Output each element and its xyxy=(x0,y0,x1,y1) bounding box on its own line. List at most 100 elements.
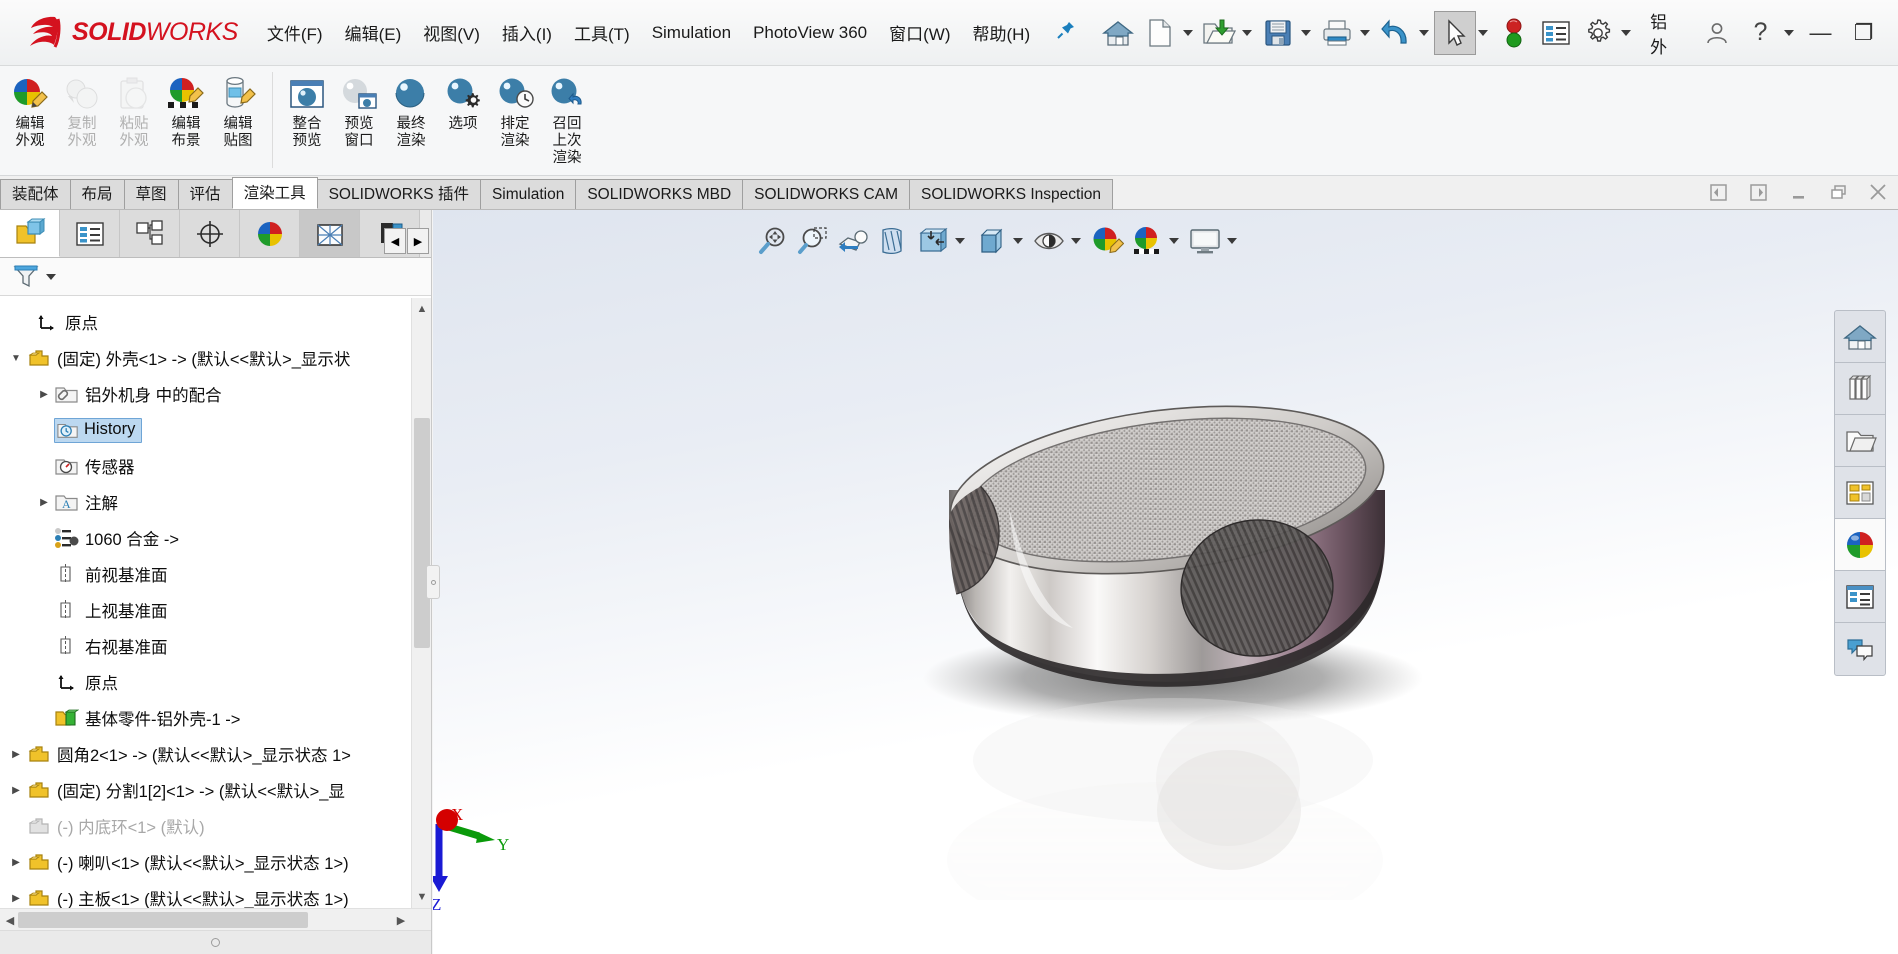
menu-simulation[interactable]: Simulation xyxy=(641,17,742,49)
tree-scroll-down-button[interactable]: ▼ xyxy=(412,886,432,908)
undo-caret[interactable] xyxy=(1419,29,1430,36)
tree-mainboard[interactable]: ▶ (-) 主板<1> (默认<<默认>_显示状态 1>) xyxy=(0,880,431,908)
expand-arrow-icon[interactable]: ▶ xyxy=(6,857,26,868)
tab-layout[interactable]: 布局 xyxy=(69,179,125,209)
menu-edit[interactable]: 编辑(E) xyxy=(334,14,413,51)
mtab-display-manager[interactable] xyxy=(240,210,300,257)
previous-view-button[interactable] xyxy=(833,221,873,261)
maximize-button[interactable]: ❐ xyxy=(1842,10,1885,56)
user-icon[interactable] xyxy=(1696,10,1739,56)
apply-scene-button[interactable] xyxy=(1127,221,1167,261)
tab-assembly[interactable]: 装配体 xyxy=(0,179,71,209)
close-button[interactable]: ✕ xyxy=(1885,10,1898,56)
tree-speaker[interactable]: ▶ (-) 喇叭<1> (默认<<默认>_显示状态 1>) xyxy=(0,844,431,880)
tree-front-plane[interactable]: 前视基准面 xyxy=(0,556,431,592)
tree-scroll-thumb[interactable] xyxy=(414,418,430,648)
expand-arrow-icon[interactable]: ▶ xyxy=(34,497,54,508)
mtab-dimxpert-manager[interactable] xyxy=(180,210,240,257)
recall-last-render-button[interactable]: 召回 上次 渲染 xyxy=(541,72,593,167)
tree-origin-inner[interactable]: 原点 xyxy=(0,664,431,700)
edit-appearance-view-button[interactable] xyxy=(1087,221,1127,261)
sidebar-appearances-button[interactable] xyxy=(1835,519,1885,571)
view-orientation-caret[interactable] xyxy=(955,238,965,244)
menu-photoview360[interactable]: PhotoView 360 xyxy=(742,17,878,49)
sidebar-view-palette-button[interactable] xyxy=(1835,467,1885,519)
tree-fillet2[interactable]: ▶ 圆角2<1> -> (默认<<默认>_显示状态 1> xyxy=(0,736,431,772)
edit-scene-button[interactable]: 编辑 布景 xyxy=(160,72,212,150)
tree-split1[interactable]: ▶ (固定) 分割1[2]<1> -> (默认<<默认>_显 xyxy=(0,772,431,808)
file-properties-button[interactable] xyxy=(1535,11,1577,55)
doc-minimize-button[interactable] xyxy=(1778,177,1818,207)
tree-base-part[interactable]: 基体零件-铝外壳-1 -> xyxy=(0,700,431,736)
rebuild-button[interactable] xyxy=(1493,11,1535,55)
hide-show-caret[interactable] xyxy=(1071,238,1081,244)
print-button[interactable] xyxy=(1316,11,1358,55)
options-caret[interactable] xyxy=(1621,29,1632,36)
mtab-exploded-view[interactable] xyxy=(300,210,360,257)
tree-history[interactable]: History xyxy=(0,412,431,448)
sidebar-file-explorer-button[interactable] xyxy=(1835,415,1885,467)
save-caret[interactable] xyxy=(1301,29,1312,36)
sidebar-library-button[interactable] xyxy=(1835,363,1885,415)
minimize-button[interactable]: — xyxy=(1799,10,1842,56)
hide-show-items-button[interactable] xyxy=(1029,221,1069,261)
apply-scene-caret[interactable] xyxy=(1169,238,1179,244)
menu-tools[interactable]: 工具(T) xyxy=(563,14,641,51)
preview-window-button[interactable]: 预览 窗口 xyxy=(333,72,385,150)
open-document-button[interactable] xyxy=(1198,11,1240,55)
integrated-preview-button[interactable]: 整合 预览 xyxy=(281,72,333,150)
expand-arrow-icon[interactable]: ▶ xyxy=(6,893,26,904)
view-settings-button[interactable] xyxy=(1185,221,1225,261)
edit-appearance-button[interactable]: 编辑 外观 xyxy=(4,72,56,150)
undo-button[interactable] xyxy=(1375,11,1417,55)
expand-arrow-icon[interactable]: ▶ xyxy=(34,389,54,400)
display-style-caret[interactable] xyxy=(1013,238,1023,244)
filter-caret[interactable] xyxy=(46,273,56,280)
new-document-button[interactable] xyxy=(1139,11,1181,55)
section-view-button[interactable] xyxy=(873,221,913,261)
menu-view[interactable]: 视图(V) xyxy=(412,14,491,51)
open-document-caret[interactable] xyxy=(1242,29,1253,36)
menu-window[interactable]: 窗口(W) xyxy=(878,14,961,51)
panel-resize-handle[interactable] xyxy=(0,930,431,954)
tab-solidworks-cam[interactable]: SOLIDWORKS CAM xyxy=(742,179,910,209)
tab-solidworks-inspection[interactable]: SOLIDWORKS Inspection xyxy=(909,179,1114,209)
zoom-to-area-button[interactable] xyxy=(793,221,833,261)
mtab-nav-right[interactable]: ▶ xyxy=(407,228,429,254)
tab-evaluate[interactable]: 评估 xyxy=(177,179,233,209)
mtab-property-manager[interactable] xyxy=(60,210,120,257)
tree-mates-folder[interactable]: ▶ 铝外机身 中的配合 xyxy=(0,376,431,412)
final-render-button[interactable]: 最终 渲染 xyxy=(385,72,437,150)
menu-help[interactable]: 帮助(H) xyxy=(962,14,1042,51)
tree-filter-bar[interactable] xyxy=(0,258,431,296)
menu-file[interactable]: 文件(F) xyxy=(256,14,334,51)
help-question-icon[interactable]: ? xyxy=(1739,10,1782,56)
tree-vertical-scrollbar[interactable]: ▲ ▼ xyxy=(411,298,431,908)
tree-top-plane[interactable]: 上视基准面 xyxy=(0,592,431,628)
tree-horizontal-scrollbar[interactable]: ◀ ▶ xyxy=(0,908,431,930)
paste-appearance-button[interactable]: 粘贴 外观 xyxy=(108,72,160,150)
tree-material-1060[interactable]: 1060 合金 -> xyxy=(0,520,431,556)
tree-right-plane[interactable]: 右视基准面 xyxy=(0,628,431,664)
view-settings-caret[interactable] xyxy=(1227,238,1237,244)
tree-origin-top[interactable]: 原点 xyxy=(0,304,431,340)
mtab-configuration-manager[interactable] xyxy=(120,210,180,257)
doc-close-button[interactable] xyxy=(1858,177,1898,207)
doc-prev-button[interactable] xyxy=(1698,177,1738,207)
tree-sensors[interactable]: 传感器 xyxy=(0,448,431,484)
tab-render-tools[interactable]: 渲染工具 xyxy=(231,177,318,209)
tab-sketch[interactable]: 草图 xyxy=(123,179,179,209)
sidebar-custom-properties-button[interactable] xyxy=(1835,571,1885,623)
help-caret[interactable] xyxy=(1783,29,1794,36)
expand-arrow-icon[interactable]: ▶ xyxy=(6,785,26,796)
tree-hscroll-thumb[interactable] xyxy=(18,912,308,928)
options-button[interactable] xyxy=(1577,11,1619,55)
panel-splitter[interactable] xyxy=(426,565,440,599)
tree-scroll-up-button[interactable]: ▲ xyxy=(412,298,432,320)
select-caret[interactable] xyxy=(1478,29,1489,36)
tree-inner-ring[interactable]: (-) 内底环<1> (默认) xyxy=(0,808,431,844)
copy-appearance-button[interactable]: 复制 外观 xyxy=(56,72,108,150)
view-orientation-button[interactable] xyxy=(913,221,953,261)
select-button[interactable] xyxy=(1434,10,1477,55)
tab-simulation[interactable]: Simulation xyxy=(479,179,577,209)
